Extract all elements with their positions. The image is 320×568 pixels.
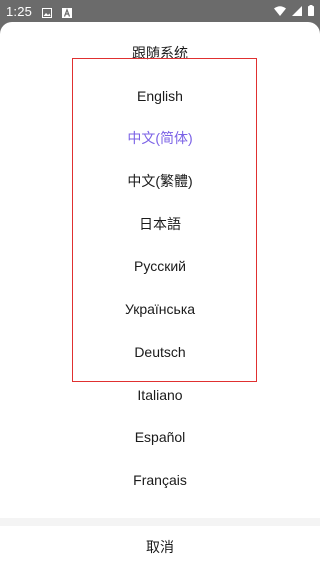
cancel-button[interactable]: 取消 bbox=[0, 526, 320, 568]
language-option-english[interactable]: English bbox=[0, 75, 320, 118]
language-option-spanish[interactable]: Español bbox=[0, 416, 320, 459]
wifi-icon bbox=[274, 4, 286, 19]
language-option-german[interactable]: Deutsch bbox=[0, 331, 320, 374]
language-option-ukrainian[interactable]: Українська bbox=[0, 288, 320, 331]
image-icon bbox=[42, 6, 53, 18]
status-bar: 1:25 bbox=[0, 0, 320, 22]
signal-icon bbox=[292, 4, 302, 19]
status-time: 1:25 bbox=[6, 3, 33, 19]
language-option-russian[interactable]: Русский bbox=[0, 245, 320, 288]
language-option-french[interactable]: Français bbox=[0, 459, 320, 502]
language-list: 跟随系统 English 中文(简体) 中文(繁體) 日本語 Русский У… bbox=[0, 32, 320, 502]
battery-icon bbox=[308, 4, 314, 19]
language-option-japanese[interactable]: 日本語 bbox=[0, 203, 320, 246]
language-option-follow-system[interactable]: 跟随系统 bbox=[0, 32, 320, 75]
language-option-chinese-traditional[interactable]: 中文(繁體) bbox=[0, 160, 320, 203]
a-icon bbox=[62, 6, 73, 18]
language-option-chinese-simplified[interactable]: 中文(简体) bbox=[0, 117, 320, 160]
language-option-italian[interactable]: Italiano bbox=[0, 374, 320, 417]
sheet-divider bbox=[0, 518, 320, 526]
language-bottom-sheet: 跟随系统 English 中文(简体) 中文(繁體) 日本語 Русский У… bbox=[0, 22, 320, 568]
